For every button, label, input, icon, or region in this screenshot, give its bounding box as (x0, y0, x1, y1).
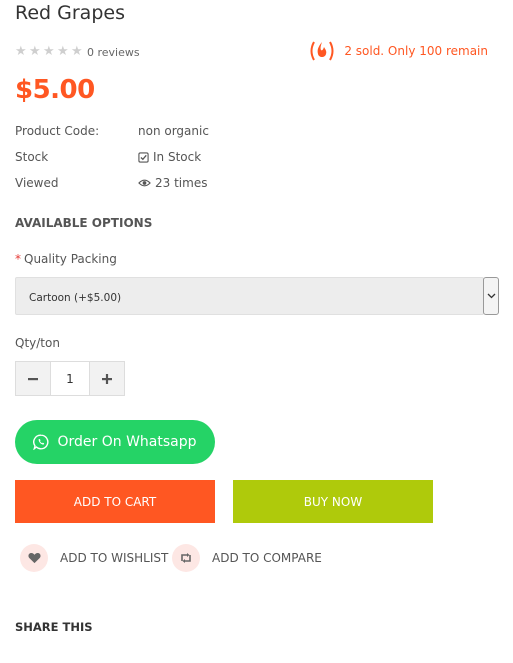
star-icon: ★ (29, 44, 41, 59)
stock-text: In Stock (153, 150, 202, 164)
star-icon: ★ (57, 44, 69, 59)
product-code-value: non organic (138, 124, 209, 138)
qty-increase-button[interactable] (90, 362, 124, 395)
sold-text: 2 sold. Only 100 remain (344, 44, 488, 58)
quality-packing-text: Quality Packing (24, 252, 117, 266)
star-icon: ★ (71, 44, 83, 59)
product-price: $5.00 (15, 75, 95, 105)
star-icon: ★ (15, 44, 27, 59)
fire-icon (308, 39, 336, 63)
product-code-label: Product Code: (15, 124, 100, 138)
qty-input[interactable]: 1 (50, 362, 90, 395)
qty-decrease-button[interactable] (16, 362, 50, 395)
product-title: Red Grapes (15, 2, 125, 24)
minus-icon (28, 377, 38, 380)
product-code-row: Product Code: non organic (15, 124, 209, 138)
plus-icon (102, 373, 112, 384)
viewed-label: Viewed (15, 176, 59, 190)
stock-row: Stock In Stock (15, 150, 201, 164)
selected-option: Cartoon (+$5.00) (29, 292, 122, 304)
quality-packing-label: * Quality Packing (15, 252, 117, 266)
viewed-value: 23 times (138, 176, 207, 190)
retweet-icon (172, 544, 200, 572)
sold-count: 2 sold. Only 100 remain (308, 39, 488, 63)
eye-icon (138, 179, 151, 187)
quality-packing-select[interactable]: Cartoon (+$5.00) (15, 277, 499, 315)
heart-icon (20, 544, 48, 572)
buy-now-button[interactable]: BUY NOW (233, 480, 433, 523)
qty-label: Qty/ton (15, 336, 60, 350)
whatsapp-label: Order On Whatsapp (57, 434, 197, 450)
viewed-row: Viewed 23 times (15, 176, 207, 190)
viewed-text: 23 times (155, 176, 208, 190)
check-square-icon (138, 151, 149, 163)
star-icon: ★ (43, 44, 55, 59)
add-to-wishlist-button[interactable]: ADD TO WISHLIST (20, 544, 168, 572)
share-heading: SHARE THIS (15, 620, 93, 634)
whatsapp-icon (33, 434, 49, 450)
stock-label: Stock (15, 150, 49, 164)
quantity-stepper: 1 (15, 361, 125, 396)
order-whatsapp-button[interactable]: Order On Whatsapp (15, 420, 215, 464)
compare-label: ADD TO COMPARE (212, 551, 322, 565)
add-to-compare-button[interactable]: ADD TO COMPARE (172, 544, 322, 572)
available-options-heading: AVAILABLE OPTIONS (15, 216, 153, 230)
reviews-link[interactable]: 0 reviews (87, 46, 140, 59)
chevron-down-icon[interactable] (483, 277, 499, 315)
required-mark: * (15, 252, 21, 266)
add-to-cart-button[interactable]: ADD TO CART (15, 480, 215, 523)
stock-value: In Stock (138, 150, 201, 164)
wishlist-label: ADD TO WISHLIST (60, 551, 169, 565)
rating-stars[interactable]: ★ ★ ★ ★ ★ (15, 45, 84, 58)
